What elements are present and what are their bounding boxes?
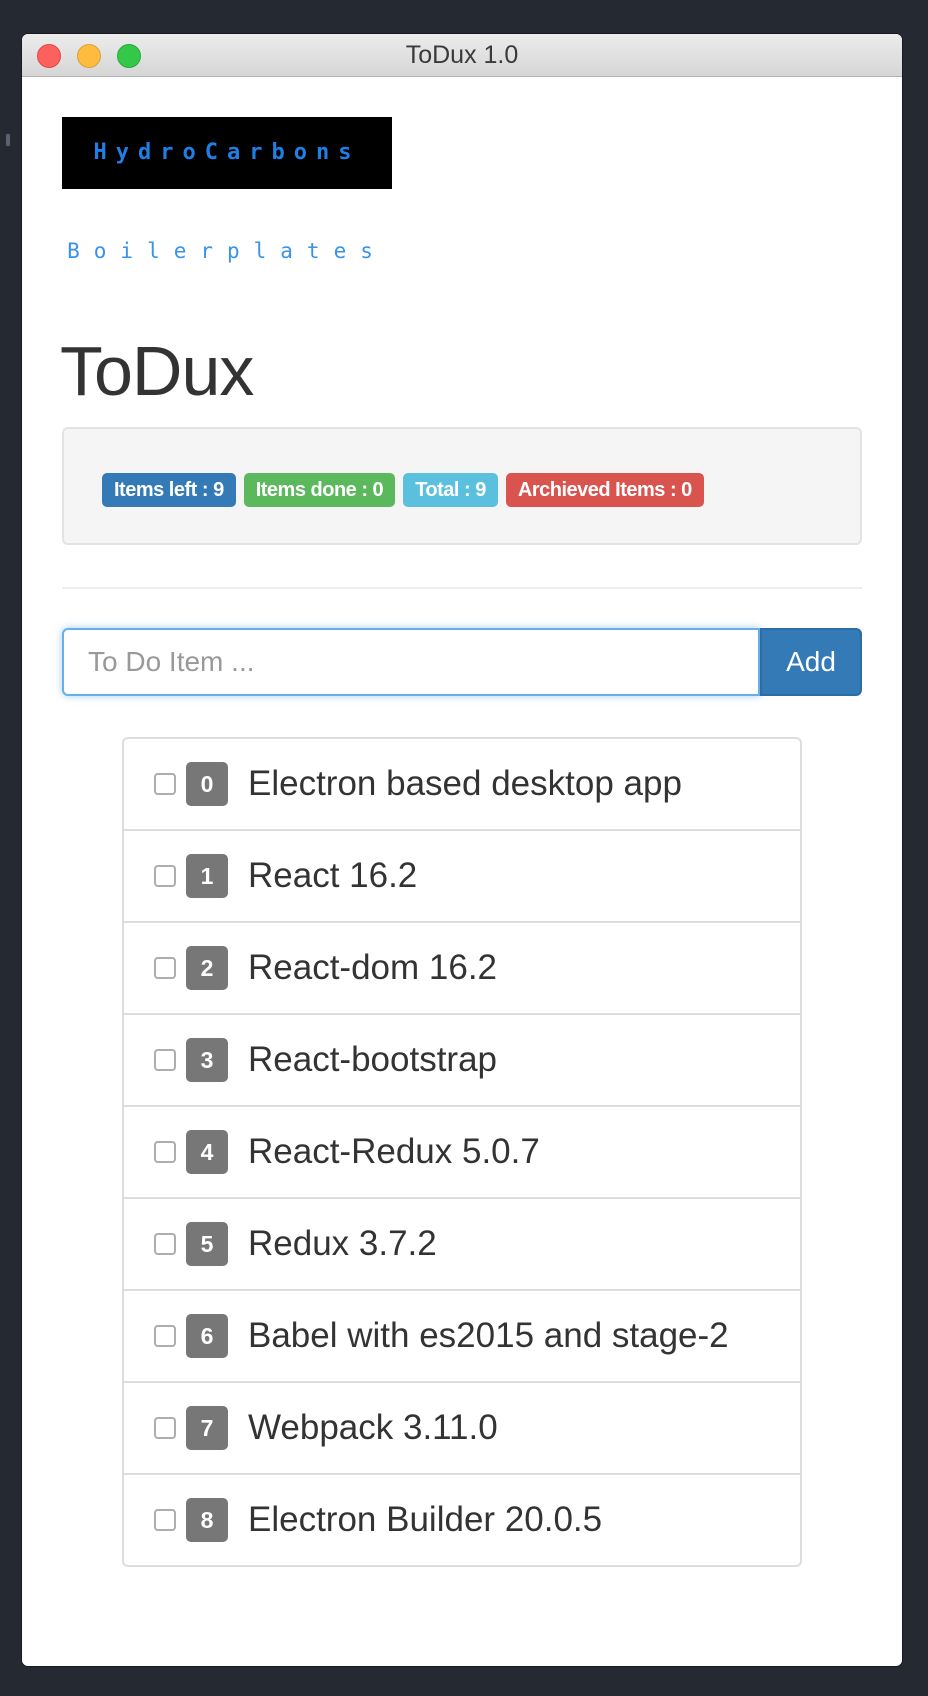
todo-number-badge: 5: [186, 1222, 228, 1266]
todo-list-item[interactable]: 1 React 16.2: [124, 829, 800, 921]
todo-checkbox[interactable]: [154, 1141, 176, 1163]
todo-list-item[interactable]: 4 React-Redux 5.0.7: [124, 1105, 800, 1197]
stats-badges: Items left : 9 Items done : 0 Total : 9 …: [102, 473, 704, 507]
total-badge: Total : 9: [403, 473, 498, 507]
todo-text: Electron Builder 20.0.5: [248, 1500, 603, 1539]
todo-list-item[interactable]: 6 Babel with es2015 and stage-2: [124, 1289, 800, 1381]
title-bar[interactable]: ToDux 1.0: [22, 34, 902, 77]
todo-number-badge: 6: [186, 1314, 228, 1358]
todo-list: 0 Electron based desktop app 1 React 16.2 2 R…: [122, 737, 802, 1567]
todo-item-input[interactable]: [62, 628, 760, 696]
archived-items-badge: Archieved Items : 0: [505, 473, 704, 507]
add-todo-form: Add: [62, 628, 862, 696]
todo-number-badge: 7: [186, 1406, 228, 1450]
todo-number-badge: 2: [186, 946, 228, 990]
todo-text: Redux 3.7.2: [248, 1224, 437, 1263]
todo-checkbox[interactable]: [154, 1509, 176, 1531]
todo-checkbox[interactable]: [154, 1417, 176, 1439]
items-done-badge: Items done : 0: [243, 473, 396, 507]
todo-list-item[interactable]: 8 Electron Builder 20.0.5: [124, 1473, 800, 1565]
add-button[interactable]: Add: [760, 628, 862, 696]
todo-list-item[interactable]: 3 React-bootstrap: [124, 1013, 800, 1105]
todo-number-badge: 1: [186, 854, 228, 898]
logo: HydroCarbons: [62, 117, 392, 189]
window-title: ToDux 1.0: [405, 41, 519, 69]
background-window-edge: [6, 134, 10, 146]
stats-panel: Items left : 9 Items done : 0 Total : 9 …: [62, 427, 862, 545]
todo-number-badge: 4: [186, 1130, 228, 1174]
todo-text: React-dom 16.2: [248, 948, 498, 987]
items-left-badge: Items left : 9: [102, 473, 236, 507]
todo-list-item[interactable]: 7 Webpack 3.11.0: [124, 1381, 800, 1473]
page-title: ToDux: [60, 332, 254, 410]
logo-subtitle: Boilerplates: [67, 239, 387, 263]
todo-number-badge: 3: [186, 1038, 228, 1082]
todo-text: React 16.2: [248, 856, 418, 895]
todo-checkbox[interactable]: [154, 1049, 176, 1071]
divider: [62, 587, 862, 589]
todo-list-item[interactable]: 0 Electron based desktop app: [124, 739, 800, 829]
todo-checkbox[interactable]: [154, 1325, 176, 1347]
todo-text: React-Redux 5.0.7: [248, 1132, 540, 1171]
todo-checkbox[interactable]: [154, 1233, 176, 1255]
todo-number-badge: 0: [186, 762, 228, 806]
todo-checkbox[interactable]: [154, 865, 176, 887]
todo-checkbox[interactable]: [154, 773, 176, 795]
todo-text: Babel with es2015 and stage-2: [248, 1316, 729, 1355]
todo-text: Webpack 3.11.0: [248, 1408, 498, 1447]
todo-number-badge: 8: [186, 1498, 228, 1542]
todo-text: Electron based desktop app: [248, 764, 682, 803]
app-window: ToDux 1.0 HydroCarbons Boilerplates ToDu…: [22, 34, 902, 1666]
todo-text: React-bootstrap: [248, 1040, 498, 1079]
todo-checkbox[interactable]: [154, 957, 176, 979]
todo-list-item[interactable]: 5 Redux 3.7.2: [124, 1197, 800, 1289]
todo-list-item[interactable]: 2 React-dom 16.2: [124, 921, 800, 1013]
